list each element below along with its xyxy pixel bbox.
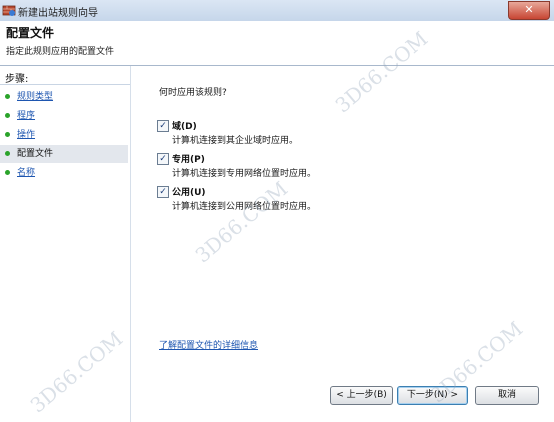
- next-button[interactable]: 下一步(N) >: [397, 386, 468, 405]
- close-button[interactable]: ✕: [508, 1, 550, 20]
- option-description: 计算机连接到公用网络位置时应用。: [172, 202, 317, 212]
- sidebar-item-label: 配置文件: [17, 149, 54, 159]
- private-checkbox[interactable]: ✓: [157, 153, 169, 165]
- back-button[interactable]: < 上一步(B): [330, 386, 393, 405]
- option-domain: ✓ 域(D) 计算机连接到其企业域时应用。: [157, 118, 547, 150]
- sidebar-item-action[interactable]: 操作: [0, 126, 128, 144]
- option-title[interactable]: 专用(P): [172, 152, 205, 165]
- close-icon: ✕: [524, 3, 534, 16]
- page-subtitle: 指定此规则应用的配置文件: [6, 47, 115, 57]
- sidebar-item-label: 名称: [17, 168, 36, 178]
- option-private: ✓ 专用(P) 计算机连接到专用网络位置时应用。: [157, 151, 547, 183]
- option-title[interactable]: 公用(U): [172, 185, 206, 198]
- option-description: 计算机连接到其企业域时应用。: [172, 136, 299, 146]
- sidebar-item-label: 程序: [17, 111, 36, 121]
- step-dot-icon: [5, 151, 10, 156]
- check-icon: ✓: [159, 121, 167, 131]
- wizard-window: 新建出站规则向导 ✕ 配置文件 指定此规则应用的配置文件 步骤: 规则类型 程序…: [0, 0, 554, 422]
- main-content: 何时应用该规则? ✓ 域(D) 计算机连接到其企业域时应用。 ✓ 专用(P) 计…: [131, 66, 554, 422]
- step-dot-icon: [5, 170, 10, 175]
- window-title: 新建出站规则向导: [18, 8, 98, 19]
- domain-checkbox[interactable]: ✓: [157, 120, 169, 132]
- steps-sidebar: 步骤: 规则类型 程序 操作 配置文件 名称: [0, 66, 131, 422]
- steps-heading: 步骤:: [5, 74, 29, 85]
- sidebar-item-program[interactable]: 程序: [0, 107, 128, 125]
- page-title: 配置文件: [6, 26, 55, 40]
- option-public: ✓ 公用(U) 计算机连接到公用网络位置时应用。: [157, 184, 547, 216]
- sidebar-item-rule-type[interactable]: 规则类型: [0, 88, 128, 106]
- option-title[interactable]: 域(D): [172, 119, 197, 132]
- steps-divider: [0, 84, 130, 85]
- firewall-icon: [2, 5, 16, 16]
- sidebar-item-label: 操作: [17, 130, 36, 140]
- step-dot-icon: [5, 132, 10, 137]
- learn-more-link[interactable]: 了解配置文件的详细信息: [159, 338, 258, 351]
- sidebar-item-label: 规则类型: [17, 92, 54, 102]
- title-bar[interactable]: 新建出站规则向导 ✕: [0, 0, 554, 21]
- public-checkbox[interactable]: ✓: [157, 186, 169, 198]
- check-icon: ✓: [159, 187, 167, 197]
- sidebar-item-profile: 配置文件: [0, 145, 128, 163]
- question-label: 何时应用该规则?: [159, 88, 227, 98]
- option-description: 计算机连接到专用网络位置时应用。: [172, 169, 317, 179]
- check-icon: ✓: [159, 154, 167, 164]
- wizard-header: 配置文件 指定此规则应用的配置文件: [0, 21, 554, 66]
- sidebar-item-name[interactable]: 名称: [0, 164, 128, 182]
- step-dot-icon: [5, 113, 10, 118]
- cancel-button[interactable]: 取消: [475, 386, 539, 405]
- step-dot-icon: [5, 94, 10, 99]
